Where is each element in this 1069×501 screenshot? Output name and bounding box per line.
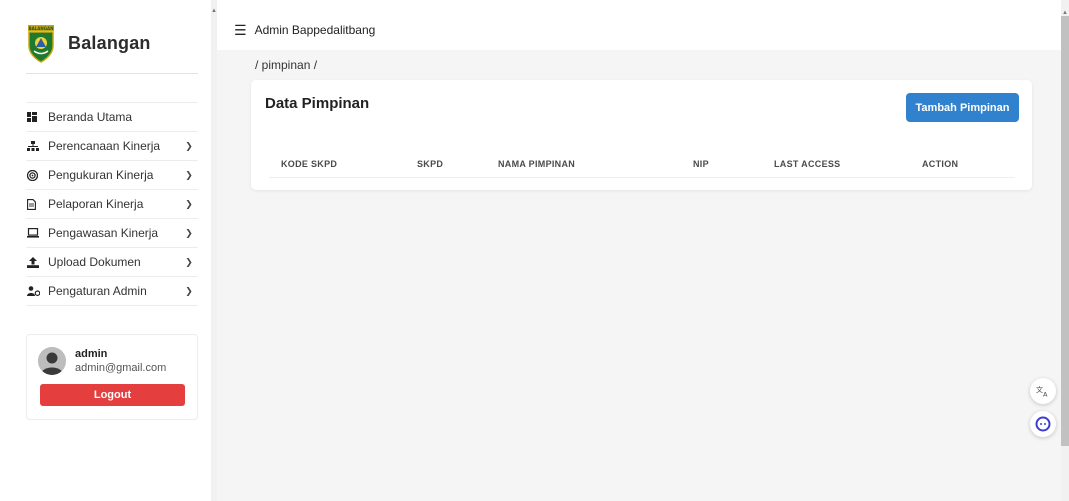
sidebar-item-pengukuran-kinerja[interactable]: Pengukuran Kinerja ❯ bbox=[26, 161, 198, 190]
svg-text:文: 文 bbox=[1036, 385, 1043, 394]
svg-text:A: A bbox=[1043, 391, 1048, 398]
upload-icon bbox=[26, 256, 48, 268]
sidebar-item-upload-dokumen[interactable]: Upload Dokumen ❯ bbox=[26, 248, 198, 277]
column-header-nama-pimpinan[interactable]: NAMA PIMPINAN bbox=[498, 159, 575, 169]
column-header-action[interactable]: ACTION bbox=[922, 159, 958, 169]
target-icon bbox=[26, 169, 48, 181]
sidebar-menu: Beranda Utama Perencanaan Kinerja ❯ Peng… bbox=[26, 102, 198, 306]
user-card: admin admin@gmail.com Logout bbox=[26, 334, 198, 420]
column-header-skpd[interactable]: SKPD bbox=[417, 159, 443, 169]
sidebar: BALANGAN Balangan Beranda Utama Perencan… bbox=[0, 0, 211, 501]
page-scrollbar-thumb[interactable] bbox=[1061, 16, 1069, 446]
dashboard-icon bbox=[26, 112, 48, 122]
sidebar-item-label: Beranda Utama bbox=[48, 110, 133, 124]
sidebar-item-label: Pelaporan Kinerja bbox=[48, 197, 144, 211]
balangan-emblem-icon: BALANGAN bbox=[28, 24, 54, 63]
sidebar-scrollbar[interactable] bbox=[211, 0, 217, 501]
chevron-down-icon: ❯ bbox=[185, 198, 193, 209]
add-pimpinan-button[interactable]: Tambah Pimpinan bbox=[906, 93, 1019, 122]
logout-button[interactable]: Logout bbox=[40, 384, 185, 406]
sidebar-item-pelaporan-kinerja[interactable]: Pelaporan Kinerja ❯ bbox=[26, 190, 198, 219]
logo-banner-text: BALANGAN bbox=[29, 26, 54, 31]
sidebar-item-beranda-utama[interactable]: Beranda Utama bbox=[26, 103, 198, 132]
topbar-title: Admin Bappedalitbang bbox=[254, 23, 376, 37]
translate-icon[interactable]: 文A bbox=[1030, 378, 1056, 404]
chevron-down-icon: ❯ bbox=[185, 256, 193, 267]
sidebar-item-label: Pengaturan Admin bbox=[48, 284, 147, 298]
sidebar-item-label: Pengawasan Kinerja bbox=[48, 226, 159, 240]
sidebar-item-perencanaan-kinerja[interactable]: Perencanaan Kinerja ❯ bbox=[26, 132, 198, 161]
sidebar-item-label: Perencanaan Kinerja bbox=[48, 139, 161, 153]
hamburger-menu-icon[interactable]: ☰ bbox=[234, 22, 247, 39]
avatar bbox=[38, 347, 66, 375]
column-header-kode-skpd[interactable]: KODE SKPD bbox=[281, 159, 337, 169]
brand[interactable]: BALANGAN Balangan bbox=[26, 22, 198, 74]
brand-name: Balangan bbox=[68, 33, 151, 53]
data-card: Data Pimpinan Tambah Pimpinan KODE SKPD … bbox=[251, 80, 1032, 190]
chevron-down-icon: ❯ bbox=[185, 140, 193, 151]
scroll-up-arrow-icon[interactable]: ▲ bbox=[1061, 10, 1069, 16]
monitor-icon bbox=[26, 228, 48, 238]
sidebar-item-pengaturan-admin[interactable]: Pengaturan Admin ❯ bbox=[26, 277, 198, 306]
file-icon bbox=[26, 198, 48, 210]
table-header: KODE SKPD SKPD NAMA PIMPINAN NIP LAST AC… bbox=[269, 152, 1015, 178]
chat-assistant-icon[interactable] bbox=[1030, 411, 1056, 437]
user-email: admin@gmail.com bbox=[75, 362, 167, 374]
sidebar-item-pengawasan-kinerja[interactable]: Pengawasan Kinerja ❯ bbox=[26, 219, 198, 248]
chevron-down-icon: ❯ bbox=[185, 227, 193, 238]
sidebar-item-label: Pengukuran Kinerja bbox=[48, 168, 154, 182]
breadcrumb: / pimpinan / bbox=[255, 58, 318, 72]
sitemap-icon bbox=[26, 141, 48, 151]
column-header-last-access[interactable]: LAST ACCESS bbox=[774, 159, 840, 169]
page-title: Data Pimpinan bbox=[265, 95, 370, 112]
chevron-down-icon: ❯ bbox=[185, 169, 193, 180]
column-header-nip[interactable]: NIP bbox=[693, 159, 709, 169]
users-cog-icon bbox=[26, 286, 48, 296]
sidebar-item-label: Upload Dokumen bbox=[48, 255, 141, 269]
user-name: admin bbox=[75, 348, 108, 360]
chevron-down-icon: ❯ bbox=[185, 285, 193, 296]
topbar: ☰ Admin Bappedalitbang bbox=[217, 10, 1061, 50]
